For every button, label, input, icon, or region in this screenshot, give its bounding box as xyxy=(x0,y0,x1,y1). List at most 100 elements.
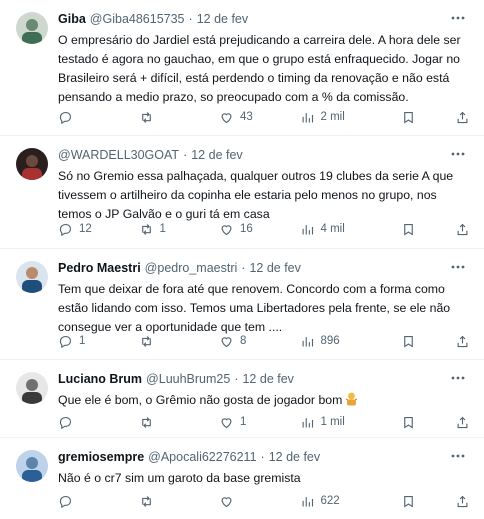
reply-feed: Giba @Giba48615735 · 12 de fev O empresá… xyxy=(0,0,484,519)
heart-icon xyxy=(221,224,232,235)
tweet-date[interactable]: 12 de fev xyxy=(242,372,293,386)
reply-button[interactable] xyxy=(58,415,118,430)
view-count: 4 mil xyxy=(320,223,345,235)
bookmark-button[interactable] xyxy=(380,494,416,509)
views-button[interactable]: 2 mil xyxy=(300,110,360,125)
heart-icon xyxy=(221,336,232,347)
repost-button[interactable] xyxy=(139,334,199,349)
user-handle[interactable]: @Giba48615735 xyxy=(90,12,185,26)
share-button[interactable] xyxy=(434,334,470,349)
repost-button[interactable] xyxy=(139,415,199,430)
views-button[interactable]: 1 mil xyxy=(300,415,360,430)
tweet-header: Giba @Giba48615735 · 12 de fev xyxy=(58,10,470,28)
tweet-end-actions xyxy=(380,415,470,430)
repost-button[interactable] xyxy=(139,110,199,125)
avatar[interactable] xyxy=(16,148,48,180)
tweet-end-actions xyxy=(380,222,470,237)
tweet-date[interactable]: 12 de fev xyxy=(249,261,300,275)
user-handle[interactable]: @LuuhBrum25 xyxy=(146,372,230,386)
like-count: 16 xyxy=(240,223,253,235)
like-button[interactable] xyxy=(219,494,279,509)
views-icon xyxy=(302,112,313,122)
tweet-header: Pedro Maestri @pedro_maestri · 12 de fev xyxy=(58,259,470,277)
reply-button[interactable] xyxy=(58,494,118,509)
display-name[interactable]: gremiosempre xyxy=(58,450,144,464)
tweet-header: Luciano Brum @LuuhBrum25 · 12 de fev xyxy=(58,370,470,388)
like-count: 43 xyxy=(240,111,253,123)
views-icon xyxy=(302,336,313,346)
repost-icon xyxy=(141,416,151,428)
bookmark-icon xyxy=(404,416,413,429)
more-options-icon[interactable] xyxy=(448,144,468,164)
bookmark-icon xyxy=(404,335,413,348)
view-count: 896 xyxy=(320,335,340,347)
display-name[interactable]: Luciano Brum xyxy=(58,372,142,386)
reply-icon xyxy=(59,416,72,429)
more-options-icon[interactable] xyxy=(448,446,468,466)
views-button[interactable]: 622 xyxy=(300,494,360,509)
display-name[interactable]: Pedro Maestri xyxy=(58,261,141,275)
more-options-icon[interactable] xyxy=(448,368,468,388)
avatar[interactable] xyxy=(16,372,48,404)
bookmark-button[interactable] xyxy=(380,415,416,430)
bookmark-button[interactable] xyxy=(380,222,416,237)
like-button[interactable]: 16 xyxy=(219,222,279,237)
tweet-text: Tem que deixar de fora até que renovem. … xyxy=(58,282,451,334)
tweet[interactable]: Pedro Maestri @pedro_maestri · 12 de fev… xyxy=(0,249,484,360)
tweet[interactable]: @WARDELL30GOAT · 12 de fev Só no Gremio … xyxy=(0,136,484,249)
tweet[interactable]: gremiosempre @Apocali62276211 · 12 de fe… xyxy=(0,438,484,519)
share-button[interactable] xyxy=(434,110,470,125)
views-button[interactable]: 4 mil xyxy=(300,222,360,237)
reply-count: 12 xyxy=(79,223,92,235)
more-options-icon[interactable] xyxy=(448,8,468,28)
bookmark-button[interactable] xyxy=(380,334,416,349)
like-count: 1 xyxy=(240,416,247,428)
views-button[interactable]: 896 xyxy=(300,334,360,349)
share-button[interactable] xyxy=(434,415,470,430)
tweet-text: Não é o cr7 sim um garoto da base gremis… xyxy=(58,471,301,485)
tweet-date[interactable]: 12 de fev xyxy=(191,148,242,162)
tweet[interactable]: Luciano Brum @LuuhBrum25 · 12 de fev Que… xyxy=(0,360,484,438)
like-button[interactable]: 43 xyxy=(219,110,279,125)
shrug-emoji-icon xyxy=(346,392,358,406)
repost-icon xyxy=(141,111,151,123)
tweet-date[interactable]: 12 de fev xyxy=(269,450,320,464)
tweet-text: Que ele é bom, o Grêmio não gosta de jog… xyxy=(58,391,468,410)
views-icon xyxy=(302,496,313,506)
reply-icon xyxy=(59,223,72,236)
repost-button[interactable]: 1 xyxy=(139,222,199,237)
reply-icon xyxy=(59,495,72,508)
reply-button[interactable]: 1 xyxy=(58,334,118,349)
views-icon xyxy=(302,417,313,427)
avatar[interactable] xyxy=(16,12,48,44)
like-button[interactable]: 8 xyxy=(219,334,279,349)
share-button[interactable] xyxy=(434,494,470,509)
share-icon xyxy=(457,416,468,428)
more-options-icon[interactable] xyxy=(448,257,468,277)
repost-button[interactable] xyxy=(139,494,199,509)
tweet-header: gremiosempre @Apocali62276211 · 12 de fe… xyxy=(58,448,470,466)
bookmark-button[interactable] xyxy=(380,110,416,125)
user-handle[interactable]: @Apocali62276211 xyxy=(148,450,256,464)
reply-button[interactable] xyxy=(58,110,118,125)
tweet-date[interactable]: 12 de fev xyxy=(197,12,248,26)
avatar[interactable] xyxy=(16,450,48,482)
view-count: 1 mil xyxy=(320,416,345,428)
tweet-actions: 12 1 16 4 mil xyxy=(58,220,470,238)
share-icon xyxy=(457,223,468,235)
tweet[interactable]: Giba @Giba48615735 · 12 de fev O empresá… xyxy=(0,0,484,136)
like-button[interactable]: 1 xyxy=(219,415,279,430)
view-count: 622 xyxy=(320,495,340,507)
avatar[interactable] xyxy=(16,261,48,293)
separator-dot: · xyxy=(241,261,246,275)
display-name[interactable]: Giba xyxy=(58,12,86,26)
tweet-end-actions xyxy=(380,110,470,125)
reply-button[interactable]: 12 xyxy=(58,222,118,237)
share-button[interactable] xyxy=(434,222,470,237)
user-handle[interactable]: @WARDELL30GOAT xyxy=(58,148,179,162)
repost-icon xyxy=(141,223,151,235)
tweet-text-content: Que ele é bom, o Grêmio não gosta de jog… xyxy=(58,393,343,407)
user-handle[interactable]: @pedro_maestri xyxy=(145,261,238,275)
repost-icon xyxy=(141,335,151,347)
repost-count: 1 xyxy=(159,223,166,235)
